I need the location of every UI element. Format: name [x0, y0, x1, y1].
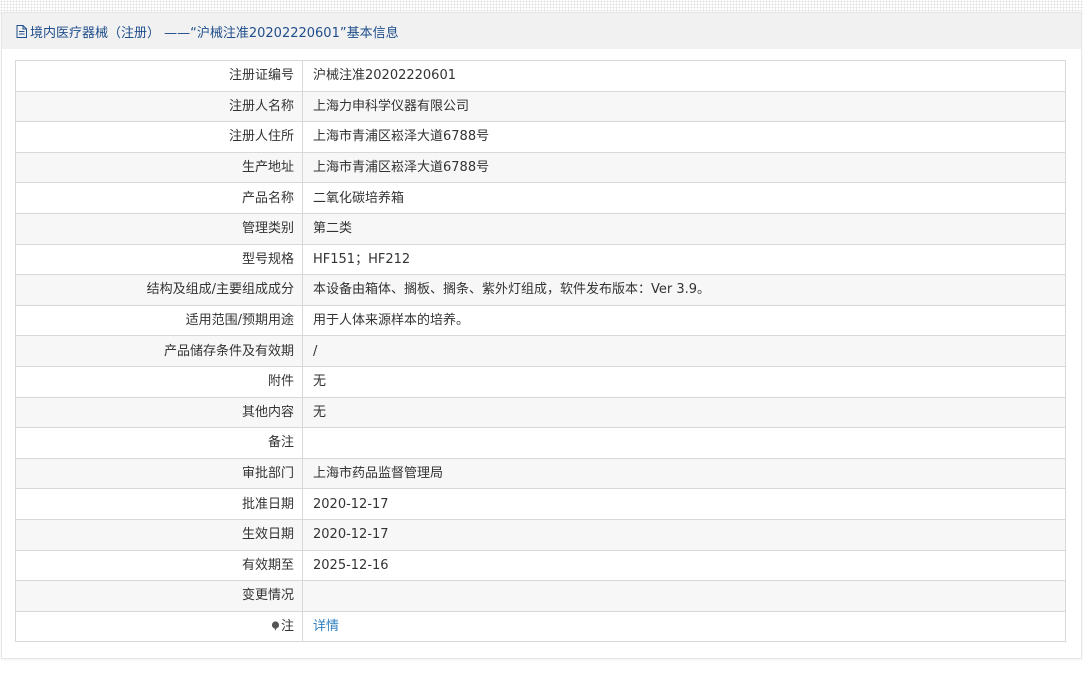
- field-value: [302, 580, 1066, 612]
- field-value: 本设备由箱体、搁板、搁条、紫外灯组成，软件发布版本：Ver 3.9。: [302, 274, 1066, 306]
- table-row: 注册人住所 上海市青浦区崧泽大道6788号: [15, 121, 1066, 153]
- info-panel: 境内医疗器械（注册） ——“沪械注准20202220601”基本信息 注册证编号…: [1, 12, 1082, 659]
- table-row: 结构及组成/主要组成成分 本设备由箱体、搁板、搁条、紫外灯组成，软件发布版本：Ve…: [15, 274, 1066, 306]
- info-table: 注册证编号 沪械注准20202220601 注册人名称 上海力申科学仪器有限公司 注册人…: [15, 60, 1066, 643]
- field-label: 产品名称: [15, 182, 303, 214]
- table-row: 附件无: [15, 365, 1066, 398]
- table-row: 适用范围/预期用途 用于人体来源样本的培养。: [15, 304, 1066, 337]
- field-label: 产品储存条件及有效期: [15, 335, 303, 367]
- field-label: 备注: [15, 427, 303, 459]
- note-label-cell: 注: [15, 610, 303, 643]
- panel-header: 境内医疗器械（注册） ——“沪械注准20202220601”基本信息: [2, 13, 1081, 49]
- field-value: 上海市青浦区崧泽大道6788号: [302, 151, 1066, 184]
- table-row: 备注: [15, 427, 1066, 459]
- field-label: 生产地址: [15, 151, 303, 184]
- table-row: 型号规格 HF151；HF212: [15, 243, 1066, 276]
- document-icon: [16, 24, 27, 38]
- field-label: 附件: [15, 365, 303, 398]
- table-row: 批准日期 2020-12-17: [15, 488, 1066, 520]
- field-value: 2020-12-17: [302, 488, 1066, 520]
- table-row: 生效日期 2020-12-17: [15, 518, 1066, 551]
- field-value: 上海市药品监督管理局: [302, 457, 1066, 490]
- field-label: 审批部门: [15, 457, 303, 490]
- field-label: 适用范围/预期用途: [15, 304, 303, 337]
- field-value: /: [302, 335, 1066, 367]
- pin-icon: [271, 613, 280, 631]
- field-value: 上海市青浦区崧泽大道6788号: [302, 121, 1066, 153]
- field-value: 上海力申科学仪器有限公司: [302, 90, 1066, 123]
- table-row: 其他内容无: [15, 396, 1066, 429]
- field-value: 无: [302, 365, 1066, 398]
- table-row: 管理类别 第二类: [15, 212, 1066, 245]
- field-label: 结构及组成/主要组成成分: [15, 274, 303, 306]
- table-row: 审批部门 上海市药品监督管理局: [15, 457, 1066, 490]
- field-label: 其他内容: [15, 396, 303, 429]
- note-value-cell: 详情: [302, 610, 1066, 643]
- table-row: 有效期至 2025-12-16: [15, 549, 1066, 582]
- field-value: 2025-12-16: [302, 549, 1066, 582]
- field-value: 无: [302, 396, 1066, 429]
- field-value: [302, 427, 1066, 459]
- field-value: HF151；HF212: [302, 243, 1066, 276]
- field-value: 2020-12-17: [302, 518, 1066, 551]
- note-label: 注: [280, 618, 294, 634]
- field-value: 第二类: [302, 212, 1066, 245]
- field-label: 有效期至: [15, 549, 303, 582]
- field-label: 型号规格: [15, 243, 303, 276]
- table-row: 变更情况: [15, 580, 1066, 612]
- table-row: 注册证编号 沪械注准20202220601: [15, 60, 1066, 92]
- table-row-note: 注 详情: [15, 610, 1066, 643]
- field-label: 管理类别: [15, 212, 303, 245]
- field-label: 注册人名称: [15, 90, 303, 123]
- field-value: 用于人体来源样本的培养。: [302, 304, 1066, 337]
- field-label: 注册证编号: [15, 60, 303, 92]
- table-row: 产品储存条件及有效期 /: [15, 335, 1066, 367]
- field-label: 生效日期: [15, 518, 303, 551]
- field-label: 变更情况: [15, 580, 303, 612]
- page-title: 境内医疗器械（注册） ——“沪械注准20202220601”基本信息: [30, 25, 399, 41]
- table-row: 注册人名称 上海力申科学仪器有限公司: [15, 90, 1066, 123]
- field-value: 沪械注准20202220601: [302, 60, 1066, 92]
- table-row: 生产地址 上海市青浦区崧泽大道6788号: [15, 151, 1066, 184]
- table-row: 产品名称 二氧化碳培养箱: [15, 182, 1066, 214]
- field-value: 二氧化碳培养箱: [302, 182, 1066, 214]
- field-label: 注册人住所: [15, 121, 303, 153]
- details-link[interactable]: 详情: [313, 619, 339, 634]
- field-label: 批准日期: [15, 488, 303, 520]
